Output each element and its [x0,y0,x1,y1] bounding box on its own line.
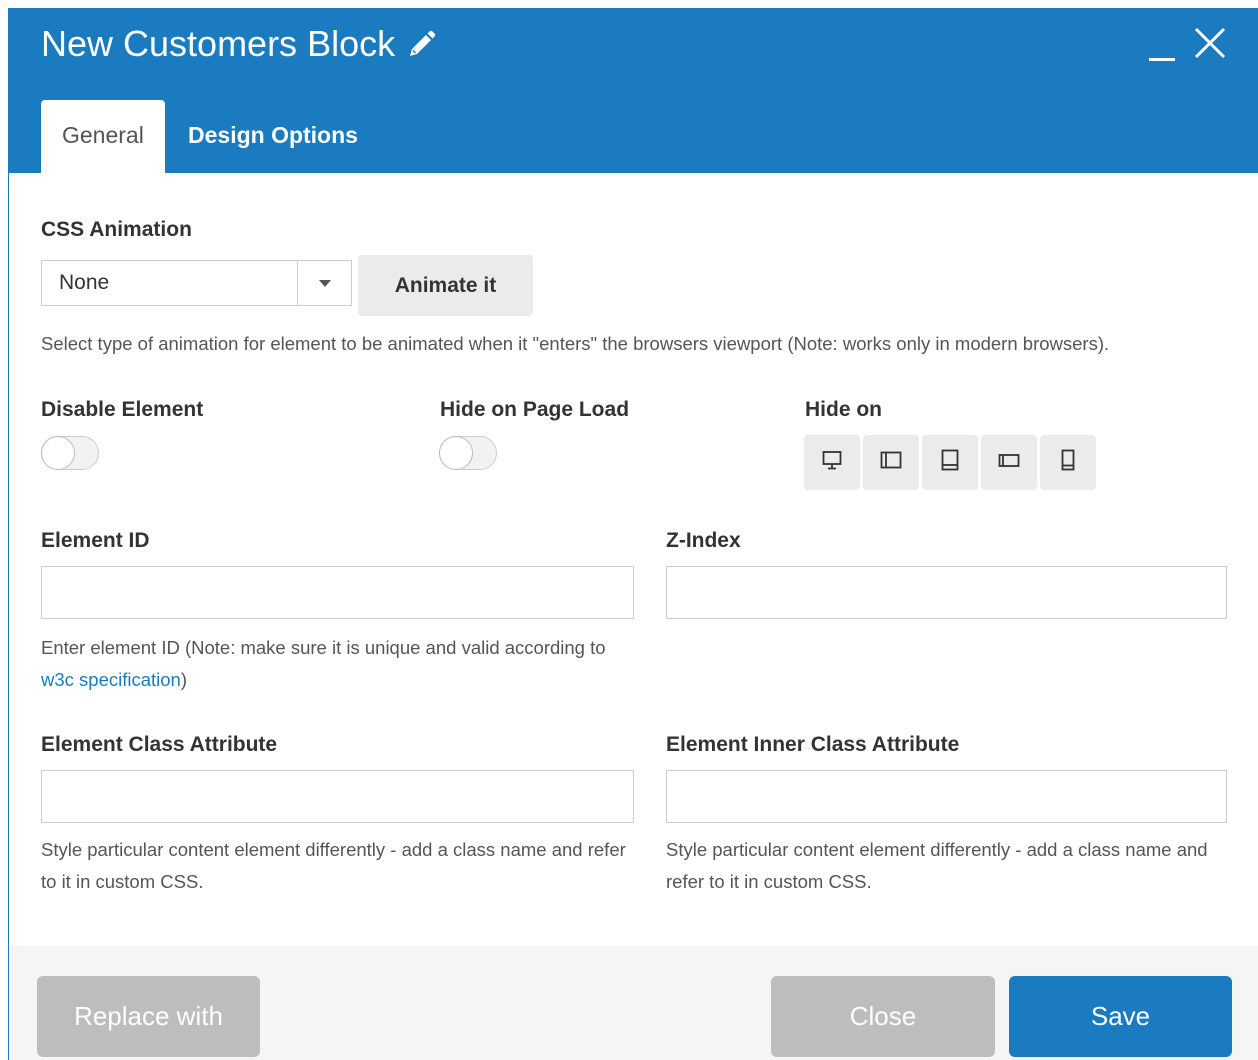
w3c-specification-link[interactable]: w3c specification [41,669,181,690]
dialog-header: New Customers Block General Design Optio… [9,8,1258,173]
z-index-label: Z-Index [666,529,741,552]
desktop-icon [821,449,843,476]
phone-portrait-icon [1057,449,1079,476]
element-class-label: Element Class Attribute [41,733,278,756]
css-animation-label: CSS Animation [41,218,192,241]
hide-on-phone-portrait-button[interactable] [1040,435,1096,490]
tab-general[interactable]: General [41,100,165,173]
hide-on-page-load-toggle[interactable] [439,436,497,470]
element-class-help: Style particular content element differe… [41,839,626,892]
save-button[interactable]: Save [1009,976,1232,1057]
phone-landscape-icon [998,449,1020,476]
dialog-footer: Replace with Close Save [9,946,1258,1060]
disable-element-label: Disable Element [41,398,204,421]
dropdown-arrow[interactable] [297,261,351,305]
element-id-input[interactable] [41,566,634,619]
element-inner-class-input[interactable] [666,770,1227,823]
animate-it-button[interactable]: Animate it [358,255,533,316]
css-animation-help: Select type of animation for element to … [41,333,1110,354]
edit-element-dialog: New Customers Block General Design Optio… [8,8,1258,1060]
toggle-knob [41,436,75,470]
hide-on-phone-landscape-button[interactable] [981,435,1037,490]
chevron-down-icon [318,279,331,287]
hide-on-label: Hide on [805,398,882,421]
toggle-knob [439,436,473,470]
dialog-title-wrap: New Customers Block [41,23,437,65]
tablet-landscape-icon [880,449,902,476]
hide-on-tablet-portrait-button[interactable] [922,435,978,490]
css-animation-select[interactable]: None [41,260,352,306]
element-inner-class-help: Style particular content element differe… [666,839,1208,892]
element-class-input[interactable] [41,770,634,823]
dialog-title: New Customers Block [41,23,396,64]
hide-on-desktop-button[interactable] [804,435,860,490]
close-icon[interactable] [1193,26,1227,60]
minimize-button[interactable] [1149,58,1175,61]
pencil-icon[interactable] [405,28,437,60]
tablet-portrait-icon [939,449,961,476]
hide-on-tablet-landscape-button[interactable] [863,435,919,490]
element-id-help-text: Enter element ID (Note: make sure it is … [41,637,606,658]
close-button[interactable]: Close [771,976,995,1057]
hide-on-page-load-label: Hide on Page Load [440,398,630,421]
disable-element-toggle[interactable] [41,436,99,470]
element-id-label: Element ID [41,529,150,552]
element-id-help: Enter element ID (Note: make sure it is … [41,632,641,696]
replace-with-button[interactable]: Replace with [37,976,260,1057]
element-id-help-close: ) [180,669,188,690]
tab-design-options[interactable]: Design Options [167,100,379,173]
css-animation-selected-value: None [59,271,110,294]
z-index-input[interactable] [666,566,1227,619]
element-inner-class-label: Element Inner Class Attribute [666,733,960,756]
